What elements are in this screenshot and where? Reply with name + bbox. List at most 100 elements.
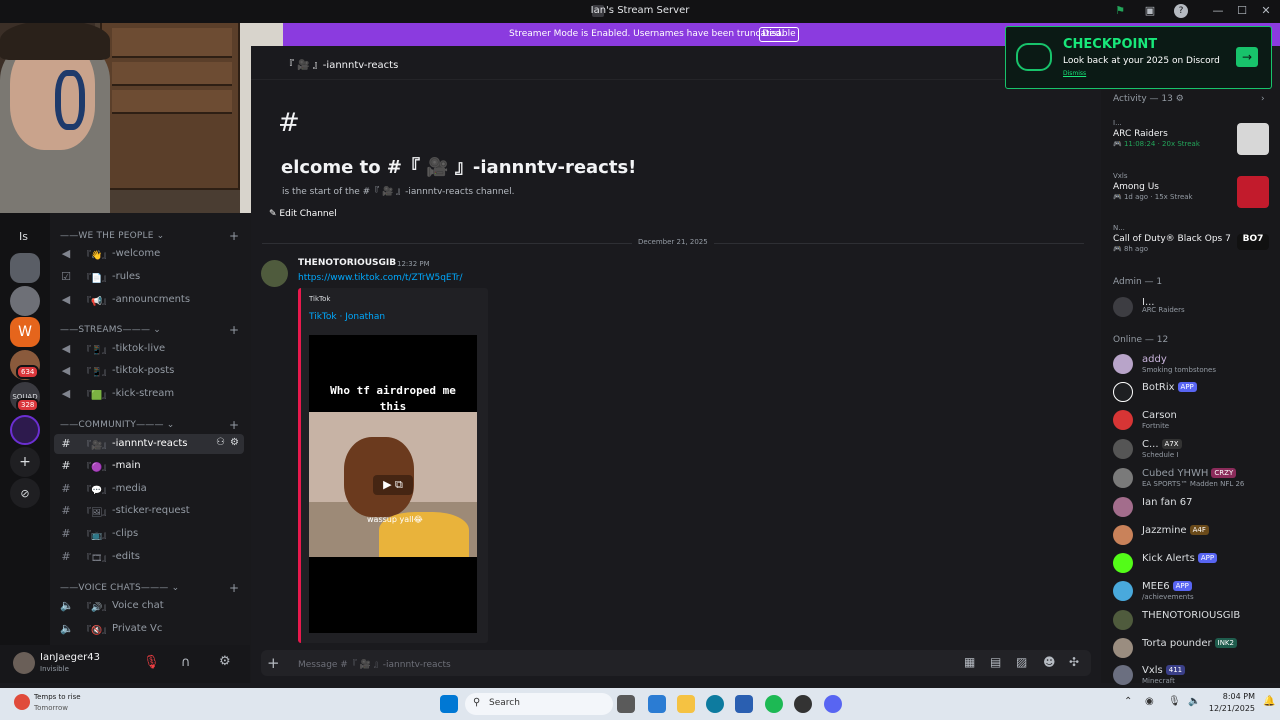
member-item[interactable]: C... A7X Schedule I [1113,437,1273,463]
copilot-icon[interactable] [648,695,666,713]
edge-icon[interactable] [706,695,724,713]
clock-date[interactable]: 12/21/2025 [1200,704,1255,713]
emoji-icon[interactable]: ☻ [1043,655,1056,669]
member-item[interactable]: BotRix APP [1113,380,1273,406]
disable-button[interactable]: Disable [759,27,799,42]
checkpoint-promo[interactable]: CHECKPOINT Look back at your 2025 on Dis… [1005,26,1272,89]
channel-tiktok-live[interactable]: ◀ 『📱』 -tiktok-live [54,339,244,359]
microphone-icon[interactable]: 🎙 [1168,696,1181,707]
sticker-icon[interactable]: ▨ [1016,655,1027,669]
channel-iannntv-reacts[interactable]: # 『🎥』 -iannntv-reacts ⚇ ⚙ [54,434,244,454]
server-icon-3[interactable]: W [10,317,40,347]
chevron-right-icon[interactable]: › [1261,94,1265,104]
category-streams[interactable]: ——STREAMS——— ⌄ + [60,323,239,337]
headphones-icon[interactable]: ∩ [181,655,191,670]
search-box[interactable]: ⚲ Search [465,693,613,715]
add-channel-icon[interactable]: + [229,581,239,595]
bell-icon[interactable]: 🔔 [1263,696,1275,707]
member-item[interactable]: Vxls 411 Minecraft [1113,663,1273,689]
message-author[interactable]: THENOTORIOUSGIB [298,258,396,268]
channel-private-vc[interactable]: 🔈 『🔇』 Private Vc [54,619,244,639]
dismiss-link[interactable]: Dismiss [1063,70,1086,77]
add-channel-icon[interactable]: + [229,229,239,243]
channel-tiktok-posts[interactable]: ◀ 『📱』 -tiktok-posts [54,361,244,381]
settings-icon[interactable]: ⚙ [219,654,231,669]
member-item[interactable]: Torta pounder INK2 [1113,636,1273,662]
close-button[interactable]: ✕ [1259,4,1273,18]
arrow-right-icon[interactable]: → [1236,47,1258,67]
category-voice-chats[interactable]: ——VOICE CHATS——— ⌄ + [60,581,239,595]
help-icon[interactable]: ? [1174,4,1188,18]
volume-icon[interactable]: 🔈 [1188,696,1200,707]
inbox-icon[interactable]: ▣ [1143,4,1157,18]
discord-icon[interactable] [824,695,842,713]
announcement-icon: ◀ [61,364,71,377]
flag-icon[interactable]: ⚑ [1113,4,1127,18]
member-item[interactable]: Cubed YHWH CRZY EA SPORTS™ Madden NFL 26 [1113,466,1273,492]
member-admin[interactable]: I... ARC Raiders [1113,295,1273,321]
message-composer[interactable]: + Message #『 🎥 』-iannntv-reacts ▦ ▤ ▨ ☻ … [261,650,1091,676]
weather-title[interactable]: Temps to rise [34,693,81,701]
apps-icon[interactable]: ✣ [1069,655,1079,669]
gif-icon[interactable]: ▤ [990,655,1001,669]
invite-icon[interactable]: ⚇ [216,437,225,448]
weather-icon[interactable] [14,694,30,710]
member-item[interactable]: MEE6 APP/achievements [1113,579,1273,605]
add-server-icon[interactable]: + [10,447,40,477]
member-item[interactable]: addy Smoking tombstones [1113,352,1273,378]
activity-header[interactable]: Activity — 13 ⚙ [1113,94,1184,104]
add-channel-icon[interactable]: + [229,323,239,337]
channel-kick-stream[interactable]: ◀ 『🟩』 -kick-stream [54,384,244,404]
spotify-icon[interactable] [765,695,783,713]
activity-card[interactable]: I... ARC Raiders 🎮 11:08:24 · 20x Streak [1113,119,1269,169]
clock-time[interactable]: 8:04 PM [1210,692,1255,701]
member-item[interactable]: Ian fan 67 [1113,495,1273,521]
mute-icon[interactable]: 🎙 [143,655,160,670]
server-icon-1[interactable] [10,253,40,283]
message-link[interactable]: https://www.tiktok.com/t/ZTrW5qETr/ [298,273,463,283]
activity-card[interactable]: N... Call of Duty® Black Ops 7 🎮 8h ago … [1113,224,1269,274]
channel-sticker-request[interactable]: # 『🖼』 -sticker-request [54,501,244,521]
username[interactable]: IanJaeger43 [40,652,100,663]
play-icon[interactable]: ▶ ⧉ [373,475,413,495]
channel-announcments[interactable]: ◀ 『📢』 -announcments [54,290,244,310]
hash-icon: # [61,459,71,472]
store-icon[interactable] [735,695,753,713]
embed-title[interactable]: TikTok · Jonathan [309,312,385,322]
discover-icon[interactable]: ⊘ [10,478,40,508]
channel-rules[interactable]: ☑ 『📄』 -rules [54,267,244,287]
server-icon-6[interactable] [10,415,40,445]
avatar[interactable] [261,260,288,287]
member-item[interactable]: Carson Fortnite [1113,408,1273,434]
message-input[interactable]: Message #『 🎥 』-iannntv-reacts [298,657,451,670]
activity-card[interactable]: Vxls Among Us 🎮 1d ago · 15x Streak [1113,172,1269,222]
category-community[interactable]: ——COMMUNITY——— ⌄ + [60,418,239,432]
channel-welcome[interactable]: ◀ 『👋』 -welcome [54,244,244,264]
add-attachment-icon[interactable]: + [267,654,280,672]
channel-media[interactable]: # 『💬』 -media [54,479,244,499]
file-explorer-icon[interactable] [677,695,695,713]
channel-voice-chat[interactable]: 🔈 『🔊』 Voice chat [54,596,244,616]
obs-icon[interactable] [794,695,812,713]
chevron-up-icon[interactable]: ⌃ [1124,696,1132,707]
dm-label[interactable]: Is [19,230,28,243]
avatar[interactable] [13,652,35,674]
network-icon[interactable]: ◉ [1145,696,1154,707]
channel-clips[interactable]: # 『📺』 -clips [54,524,244,544]
server-icon-2[interactable] [10,286,40,316]
minimize-button[interactable]: — [1211,4,1225,18]
category-we-the-people[interactable]: ——WE THE PEOPLE ⌄ + [60,229,239,243]
task-view-icon[interactable] [617,695,635,713]
video-player[interactable]: Who tf airdroped me this wassup yall😂 ▶ … [309,335,477,633]
channel-main[interactable]: # 『🟣』 -main [54,456,244,476]
settings-icon[interactable]: ⚙ [230,437,239,448]
member-item[interactable]: Jazzmine A4F [1113,523,1273,549]
member-item[interactable]: THENOTORIOUSGIB [1113,608,1273,634]
member-item[interactable]: Kick Alerts APP [1113,551,1273,577]
edit-channel-button[interactable]: ✎ Edit Channel [269,209,337,225]
maximize-button[interactable]: ☐ [1235,4,1249,18]
add-channel-icon[interactable]: + [229,418,239,432]
start-icon[interactable] [440,695,458,713]
gift-icon[interactable]: ▦ [964,655,975,669]
channel-edits[interactable]: # 『🎞』 -edits [54,547,244,567]
